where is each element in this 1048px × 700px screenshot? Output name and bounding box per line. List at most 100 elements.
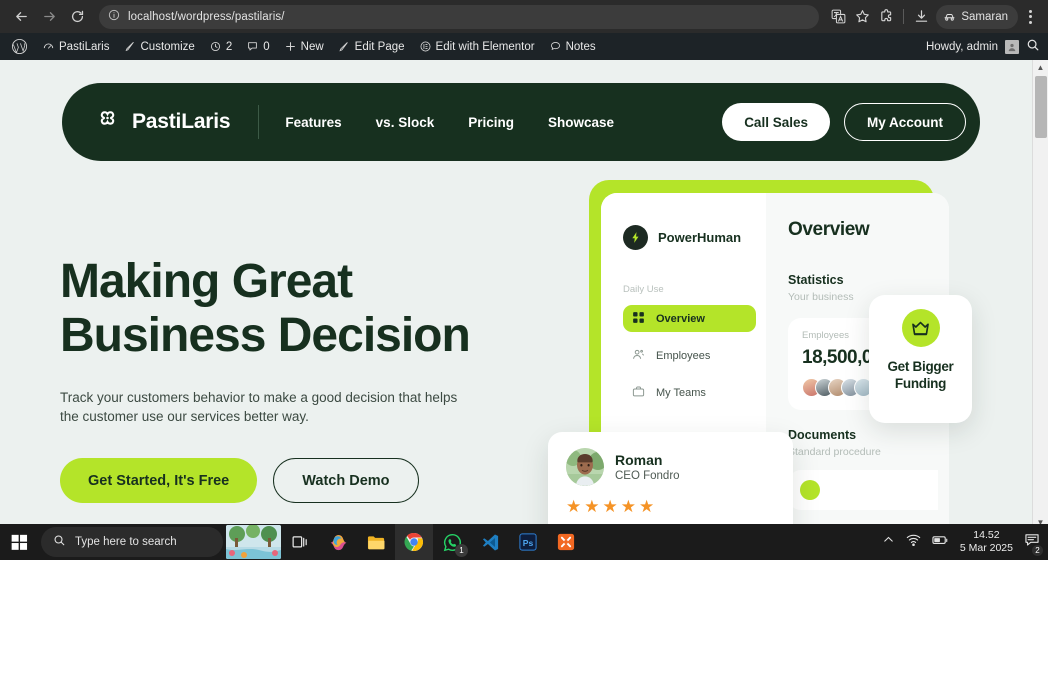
download-icon[interactable] <box>909 5 933 29</box>
dashboard-icon <box>42 40 55 53</box>
status-badge: ★ ★ ★ ★ ★ <box>566 498 777 515</box>
wp-item-comments[interactable]: 0 <box>239 33 276 60</box>
grid-icon <box>632 311 645 327</box>
wp-item-label: 0 <box>263 40 270 53</box>
file-explorer-icon[interactable] <box>357 524 395 560</box>
notification-count: 2 <box>1031 543 1044 557</box>
chrome-icon[interactable] <box>395 524 433 560</box>
briefcase-icon <box>632 385 645 401</box>
revisions-icon <box>209 40 222 53</box>
notification-icon[interactable]: 2 <box>1024 532 1044 557</box>
chevron-up-icon[interactable] <box>882 533 895 551</box>
wp-item-label: Edit with Elementor <box>435 40 535 53</box>
nav-link-vs-slock[interactable]: vs. Slock <box>376 115 435 130</box>
browser-toolbar: localhost/wordpress/pastilaris/ Samaran <box>0 0 1048 33</box>
windows-start-icon[interactable] <box>0 524 39 560</box>
reload-button[interactable] <box>64 4 90 30</box>
users-icon <box>632 348 645 364</box>
wp-logo-button[interactable] <box>4 33 35 60</box>
call-sales-button[interactable]: Call Sales <box>722 103 830 141</box>
wp-item-new[interactable]: New <box>277 33 331 60</box>
page-scrollbar[interactable]: ▲ ▼ <box>1032 60 1048 530</box>
testimonial-name: Roman <box>615 452 663 468</box>
mockup-sidebar-item-overview[interactable]: Overview <box>623 305 756 332</box>
site-navbar: PastiLaris Features vs. Slock Pricing Sh… <box>62 83 980 161</box>
browser-menu-button[interactable] <box>1020 5 1040 29</box>
taskbar-date: 5 Mar 2025 <box>959 542 1013 554</box>
hero-subtitle: Track your customers behavior to make a … <box>60 390 458 424</box>
avatar <box>566 448 604 486</box>
avatar[interactable] <box>1005 39 1019 54</box>
address-bar[interactable]: localhost/wordpress/pastilaris/ <box>99 4 820 29</box>
wp-howdy-label[interactable]: Howdy, admin <box>926 41 998 53</box>
testimonial-card: Roman CEO Fondro ★ ★ ★ ★ ★ I can improve… <box>548 432 793 530</box>
whatsapp-icon[interactable]: 1 <box>433 524 471 560</box>
mockup-sidebar-caption: Daily Use <box>623 284 664 295</box>
get-started-button[interactable]: Get Started, It's Free <box>60 458 258 503</box>
mockup-documents-card <box>788 470 938 510</box>
translate-icon[interactable] <box>826 5 850 29</box>
my-account-button[interactable]: My Account <box>843 103 966 141</box>
photoshop-icon[interactable]: Ps <box>509 524 547 560</box>
desktop-wallpaper-thumb[interactable] <box>226 525 281 559</box>
mockup-overview-title: Overview <box>788 219 870 240</box>
mockup-documents-sub: Standard procedure <box>788 446 881 458</box>
brand[interactable]: PastiLaris <box>94 106 231 138</box>
get-bigger-funding-label: Get Bigger Funding <box>887 359 954 391</box>
notes-icon <box>549 40 562 53</box>
nav-link-features[interactable]: Features <box>285 115 341 130</box>
search-icon[interactable] <box>1026 38 1040 55</box>
search-placeholder: Type here to search <box>75 536 177 548</box>
testimonial-role: CEO Fondro <box>615 470 680 482</box>
wifi-icon[interactable] <box>906 533 921 552</box>
mockup-sidebar-label: Overview <box>656 312 705 325</box>
wp-item-customize[interactable]: Customize <box>117 33 202 60</box>
address-bar-url: localhost/wordpress/pastilaris/ <box>128 10 285 23</box>
toolbar-divider <box>903 9 905 24</box>
hero-title-line-2: Business Decision <box>60 309 471 362</box>
task-view-icon[interactable] <box>281 524 319 560</box>
elementor-icon <box>419 40 432 53</box>
crown-icon <box>901 309 940 347</box>
search-icon <box>53 534 66 550</box>
extensions-icon[interactable] <box>874 5 898 29</box>
kebab-dot <box>1028 20 1032 24</box>
wp-item-edit-with-elementor[interactable]: Edit with Elementor <box>412 33 542 60</box>
scrollbar-thumb[interactable] <box>1035 76 1047 138</box>
bookmark-star-icon[interactable] <box>850 5 874 29</box>
star-icon: ★ <box>620 497 636 516</box>
search-input[interactable]: Type here to search <box>41 527 223 557</box>
forward-button[interactable] <box>36 4 62 30</box>
back-button[interactable] <box>8 4 34 30</box>
nav-actions: Call Sales My Account <box>722 103 966 141</box>
mockup-sidebar-item-my-teams[interactable]: My Teams <box>623 379 756 406</box>
testimonial-identity: Roman CEO Fondro <box>615 452 680 482</box>
nav-link-pricing[interactable]: Pricing <box>468 115 514 130</box>
wp-item-notes[interactable]: Notes <box>542 33 603 60</box>
kebab-dot <box>1028 9 1032 13</box>
taskbar-clock[interactable]: 14.52 5 Mar 2025 <box>960 529 1013 555</box>
watch-demo-button[interactable]: Watch Demo <box>273 458 419 503</box>
wp-item-edit-page[interactable]: Edit Page <box>331 33 412 60</box>
vscode-icon[interactable] <box>471 524 509 560</box>
scroll-up-button[interactable]: ▲ <box>1033 60 1048 75</box>
xampp-icon[interactable] <box>547 524 585 560</box>
site-info-icon[interactable] <box>108 8 120 26</box>
wp-admin-bar: PastiLaris Customize 2 0 New Edit Page E… <box>0 33 1048 60</box>
star-icon: ★ <box>639 497 655 516</box>
profile-button[interactable]: Samaran <box>936 4 1018 29</box>
wp-item-label: PastiLaris <box>59 40 110 53</box>
mockup-app-name: PowerHuman <box>658 230 742 245</box>
wp-item-label: New <box>300 40 324 53</box>
battery-icon[interactable] <box>932 533 949 551</box>
brand-name: PastiLaris <box>132 110 231 133</box>
star-icon: ★ <box>566 497 582 516</box>
hero-title-line-1: Making Great <box>60 255 353 308</box>
wp-item-pastilaris[interactable]: PastiLaris <box>35 33 117 60</box>
copilot-icon[interactable] <box>319 524 357 560</box>
mockup-sidebar-item-employees[interactable]: Employees <box>623 342 756 369</box>
wp-item-label: Edit Page <box>354 40 405 53</box>
nav-link-showcase[interactable]: Showcase <box>548 115 614 130</box>
plus-icon <box>284 40 297 53</box>
wp-item-revisions[interactable]: 2 <box>202 33 239 60</box>
